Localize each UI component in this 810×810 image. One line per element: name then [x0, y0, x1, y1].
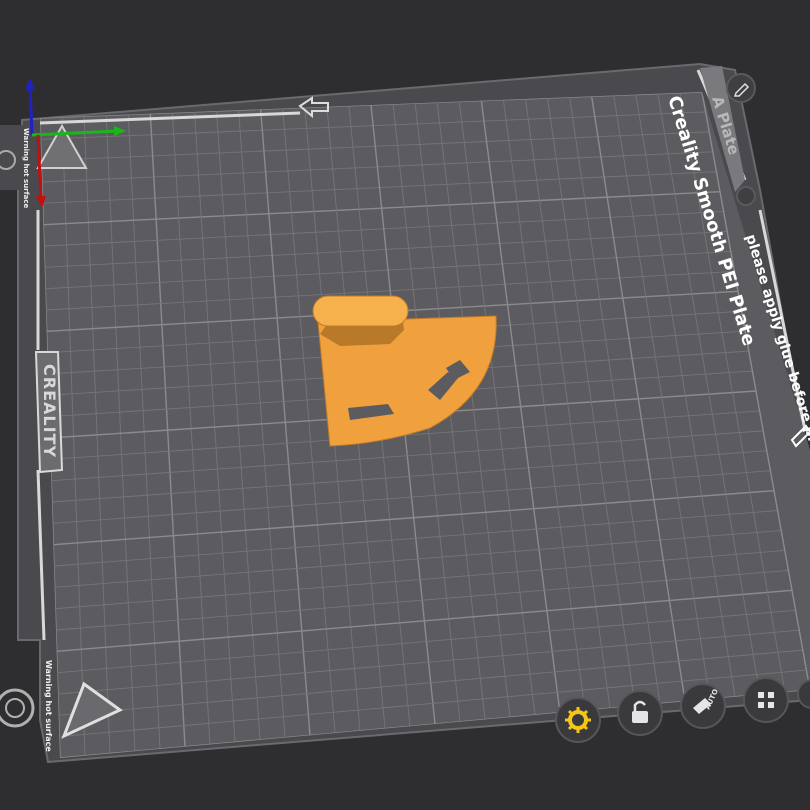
fingerprint-icon-inner: [5, 698, 25, 718]
arrange-button[interactable]: [743, 677, 789, 723]
edit-plate-button[interactable]: [726, 73, 756, 103]
fingerprint-icon: [0, 688, 35, 728]
3d-viewport[interactable]: CREALITY Warning hot surface Warning hot…: [0, 0, 810, 810]
auto-orient-button[interactable]: AUTO: [680, 683, 726, 729]
brand-label: CREALITY: [40, 364, 59, 458]
creality-brand-tab: CREALITY: [34, 351, 64, 474]
z-axis: [28, 83, 34, 136]
lock-button[interactable]: [617, 690, 663, 736]
settings-button[interactable]: [555, 697, 601, 743]
warning-top-label: Warning hot surface: [22, 128, 30, 209]
plate-expand-button[interactable]: [736, 186, 756, 206]
warning-bottom-label: Warning hot surface: [44, 660, 53, 752]
